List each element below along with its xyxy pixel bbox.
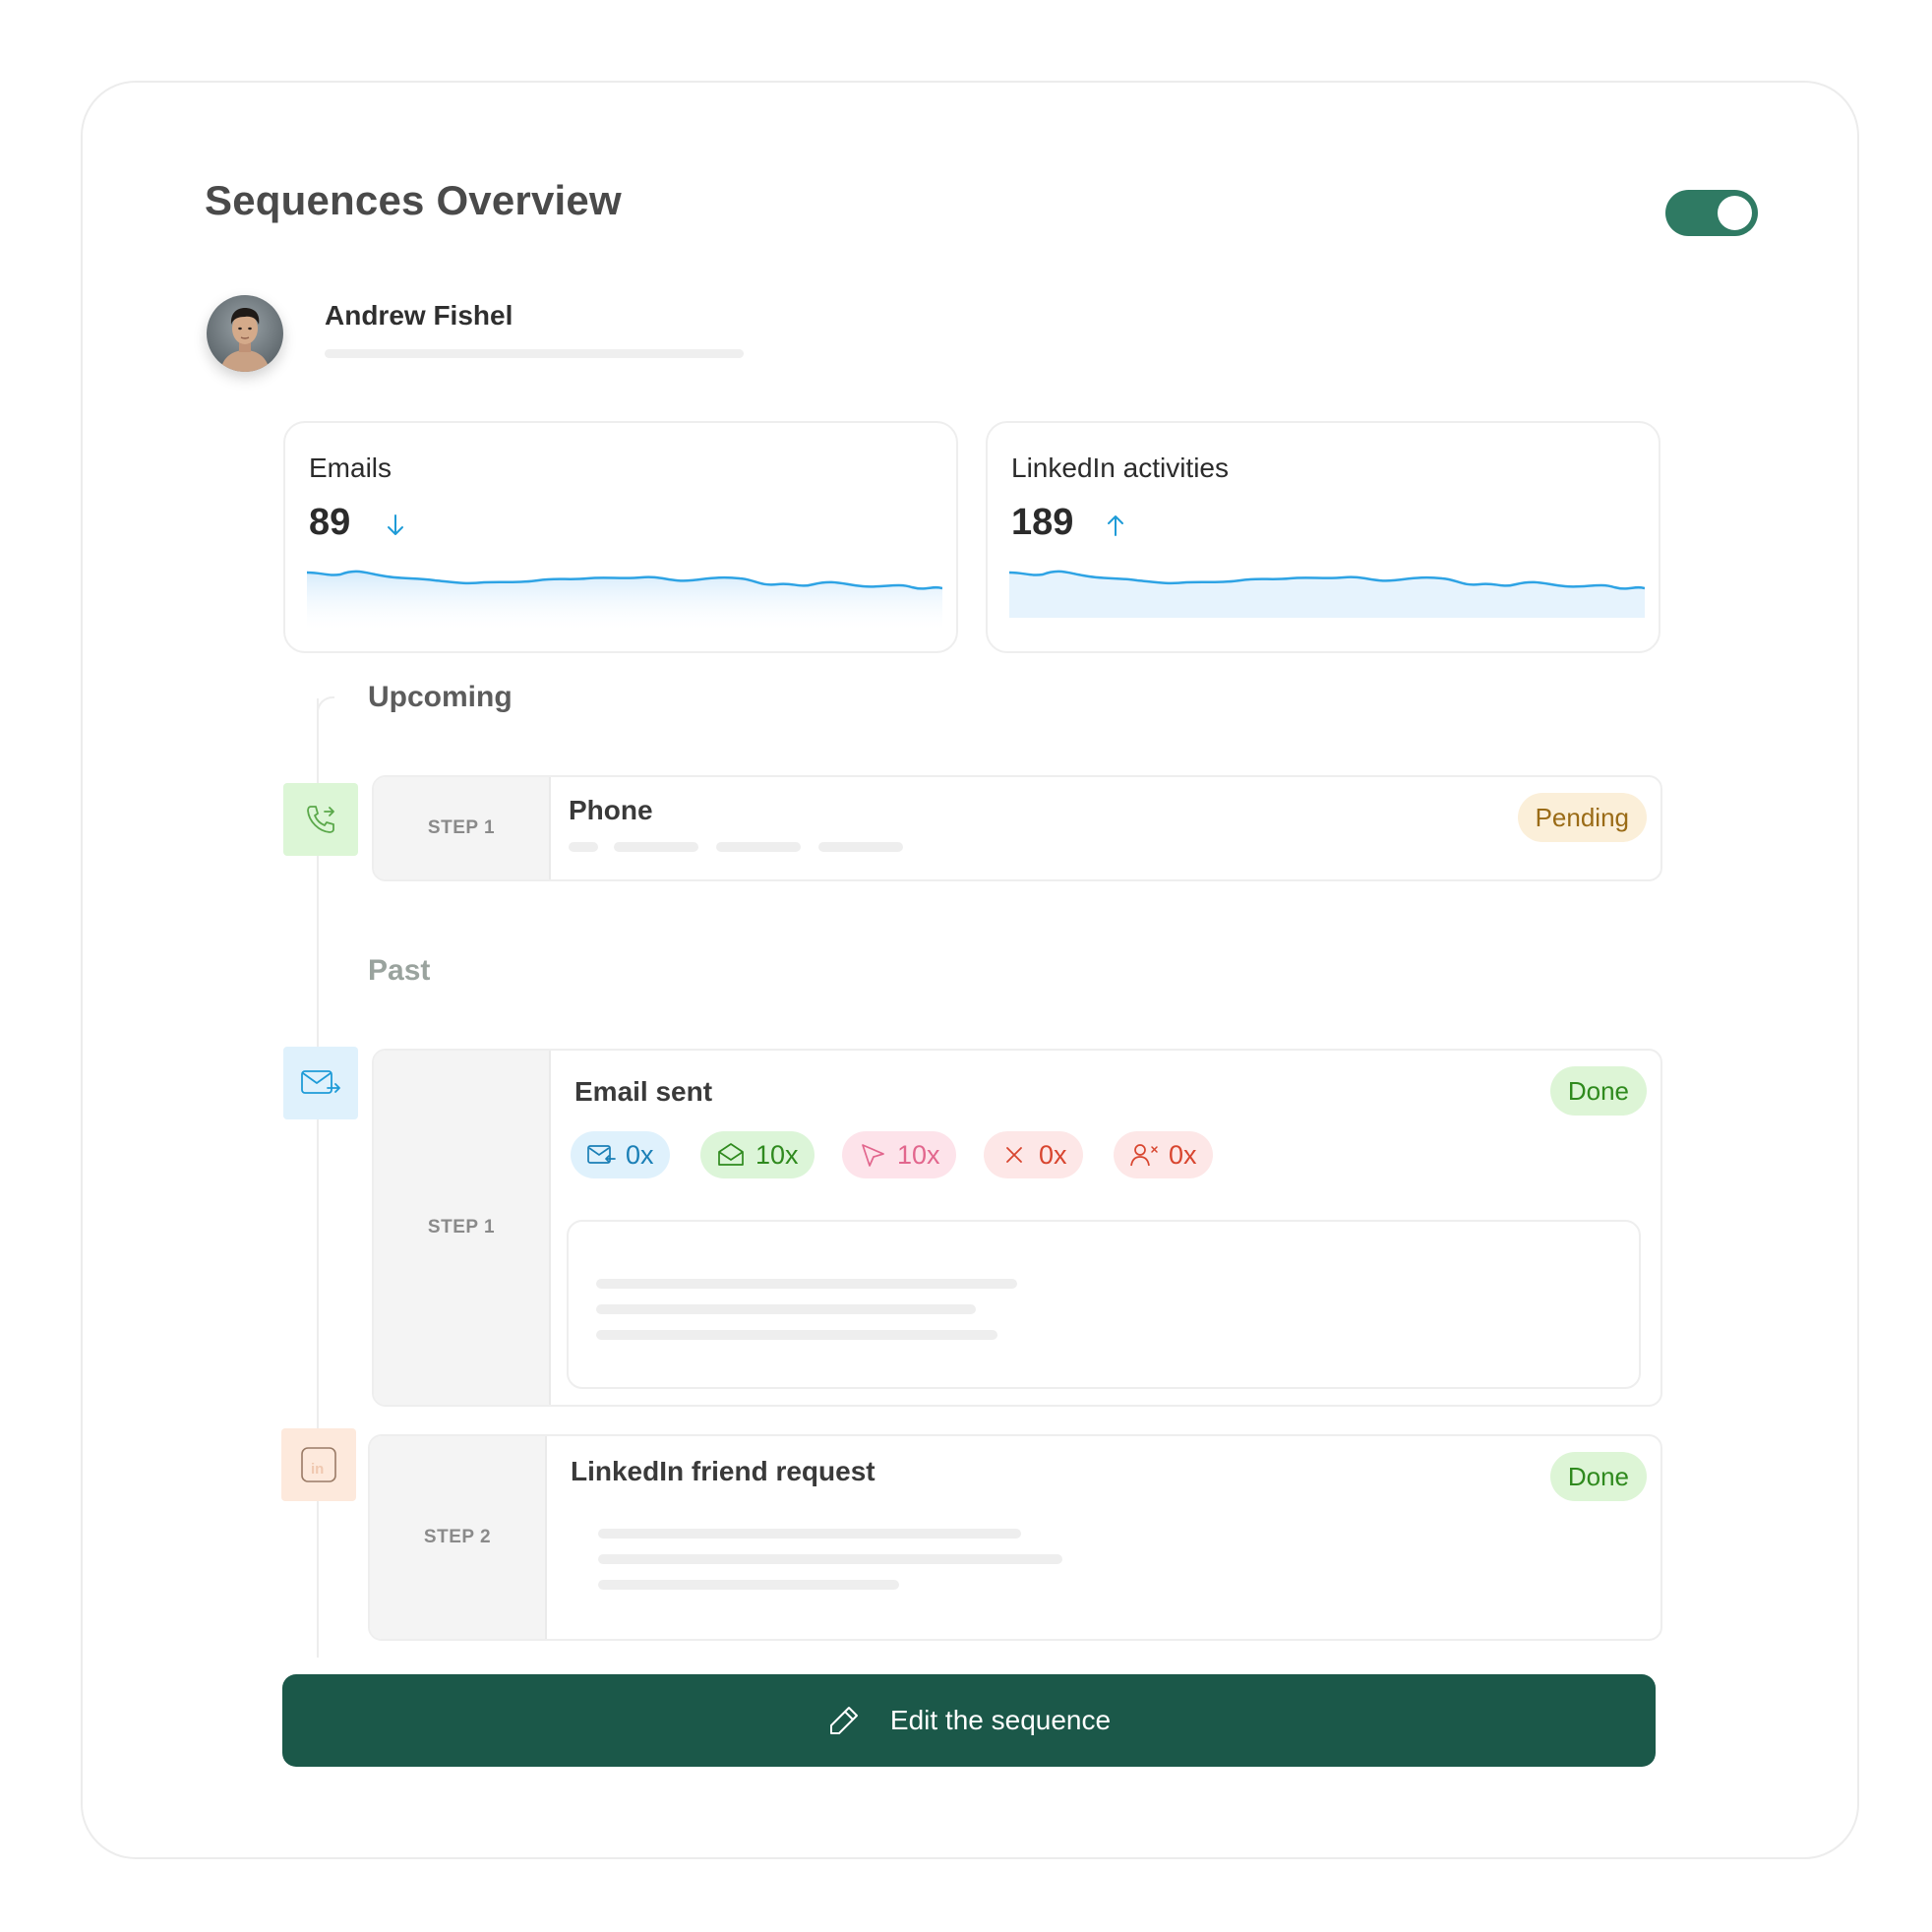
step-label: STEP 1 bbox=[374, 777, 551, 879]
status-badge: Done bbox=[1549, 1066, 1647, 1116]
skeleton-line bbox=[596, 1304, 976, 1314]
skeleton-line bbox=[598, 1580, 899, 1590]
skeleton-line bbox=[614, 842, 698, 852]
mail-open-icon bbox=[718, 1143, 744, 1166]
metric-value: 0x bbox=[626, 1139, 654, 1170]
arrow-up-icon bbox=[1108, 515, 1123, 536]
metric-value: 0x bbox=[1039, 1139, 1067, 1170]
step-card-linkedin[interactable]: STEP 2 LinkedIn friend request Done bbox=[368, 1434, 1662, 1641]
metric-replied: 0x bbox=[571, 1131, 670, 1178]
step-label: STEP 2 bbox=[370, 1436, 547, 1639]
email-send-icon bbox=[283, 1047, 358, 1119]
linkedin-icon: in bbox=[281, 1428, 356, 1501]
phone-forward-icon bbox=[283, 783, 358, 856]
status-badge: Done bbox=[1549, 1452, 1647, 1501]
stat-card-linkedin: LinkedIn activities 189 bbox=[986, 421, 1660, 653]
metric-bounced: 0x bbox=[984, 1131, 1083, 1178]
section-past: Past bbox=[368, 954, 431, 987]
user-name: Andrew Fishel bbox=[325, 300, 513, 331]
skeleton-line bbox=[818, 842, 903, 852]
skeleton-line bbox=[569, 842, 598, 852]
edit-button-label: Edit the sequence bbox=[889, 1705, 1112, 1735]
skeleton-line bbox=[598, 1529, 1021, 1539]
step-title: LinkedIn friend request bbox=[571, 1456, 875, 1486]
emails-sparkline bbox=[307, 570, 942, 630]
status-badge: Pending bbox=[1517, 793, 1647, 842]
mail-reply-icon bbox=[587, 1145, 616, 1164]
metric-opened: 10x bbox=[700, 1131, 815, 1178]
metric-value: 10x bbox=[897, 1139, 940, 1170]
skeleton-line bbox=[596, 1279, 1017, 1289]
metric-value: 10x bbox=[755, 1139, 799, 1170]
stat-label: Emails bbox=[309, 453, 392, 483]
page-title: Sequences Overview bbox=[205, 177, 622, 223]
edit-sequence-button[interactable]: Edit the sequence bbox=[282, 1674, 1656, 1767]
skeleton-line bbox=[598, 1554, 1062, 1564]
metric-clicked: 10x bbox=[842, 1131, 956, 1178]
user-subtitle-placeholder bbox=[325, 349, 744, 358]
skeleton-line bbox=[596, 1330, 997, 1340]
step-title: Phone bbox=[569, 795, 653, 825]
stat-value: 89 bbox=[309, 502, 351, 543]
close-icon bbox=[1006, 1147, 1022, 1163]
avatar bbox=[207, 295, 283, 372]
skeleton-line bbox=[716, 842, 801, 852]
section-upcoming: Upcoming bbox=[368, 681, 513, 713]
pencil-icon bbox=[829, 1707, 858, 1734]
step-label: STEP 1 bbox=[374, 1051, 551, 1405]
arrow-down-icon bbox=[388, 514, 403, 535]
stat-card-emails: Emails 89 bbox=[283, 421, 958, 653]
svg-text:in: in bbox=[311, 1461, 324, 1478]
metric-unsubscribed: 0x bbox=[1114, 1131, 1213, 1178]
user-remove-icon bbox=[1130, 1144, 1158, 1167]
email-preview-box bbox=[567, 1220, 1641, 1389]
step-title: Email sent bbox=[574, 1076, 713, 1107]
linkedin-sparkline bbox=[1009, 570, 1645, 618]
metric-value: 0x bbox=[1169, 1139, 1197, 1170]
stat-value: 189 bbox=[1011, 502, 1074, 543]
step-card-email[interactable]: STEP 1 Email sent Done 0x 10x 10x 0x 0x bbox=[372, 1049, 1662, 1407]
toggle-knob bbox=[1718, 196, 1752, 230]
cursor-click-icon bbox=[862, 1144, 884, 1167]
step-card-phone[interactable]: STEP 1 Phone Pending bbox=[372, 775, 1662, 881]
sequence-toggle[interactable] bbox=[1665, 190, 1758, 236]
stat-label: LinkedIn activities bbox=[1011, 453, 1230, 483]
